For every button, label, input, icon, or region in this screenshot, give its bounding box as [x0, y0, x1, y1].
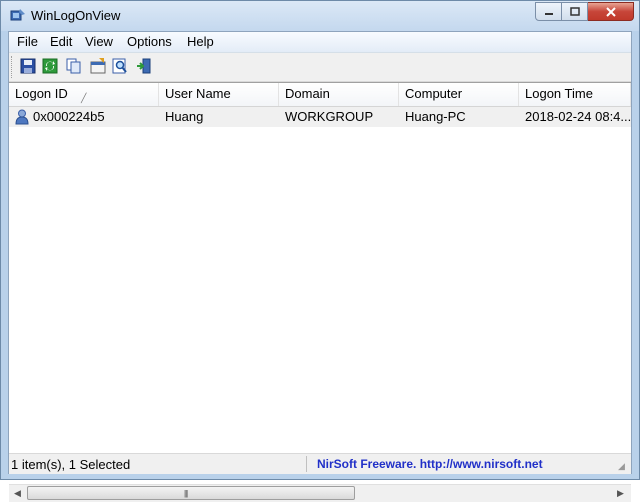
cell-logon-id: 0x000224b5 [33, 109, 105, 124]
toolbar [9, 53, 631, 82]
menu-help[interactable]: Help [187, 34, 214, 49]
cell-computer: Huang-PC [405, 109, 466, 124]
minimize-icon [544, 12, 553, 15]
thumb-grip-icon: ||| [184, 489, 188, 498]
toolbar-grip [11, 56, 14, 78]
app-icon [10, 9, 25, 21]
app-window: WinLogOnView File Edit View Options Help [0, 0, 640, 502]
cell-logon-time: 2018-02-24 08:4... [525, 109, 631, 124]
properties-icon[interactable] [89, 57, 107, 75]
column-header-computer[interactable]: Computer [399, 83, 519, 106]
window-controls [535, 2, 634, 21]
menu-view[interactable]: View [85, 34, 113, 49]
table-row[interactable]: 0x000224b5 Huang WORKGROUP Huang-PC 2018… [9, 107, 631, 127]
horizontal-scrollbar[interactable]: ◀ ||| ▶ [9, 484, 631, 502]
menu-edit[interactable]: Edit [50, 34, 72, 49]
column-header-user-name[interactable]: User Name [159, 83, 279, 106]
find-icon[interactable] [111, 57, 129, 75]
save-icon[interactable] [19, 57, 37, 75]
minimize-button[interactable] [535, 2, 562, 21]
list-header: Logon ID ╱ User Name Domain Computer Log… [9, 83, 631, 107]
client-area: File Edit View Options Help Logon ID ╱ U… [8, 31, 632, 502]
nirsoft-link[interactable]: NirSoft Freeware. http://www.nirsoft.net [317, 457, 543, 471]
exit-icon[interactable] [135, 57, 153, 75]
sort-ascending-icon: ╱ [81, 93, 87, 103]
maximize-button[interactable] [562, 2, 588, 21]
cell-user-name: Huang [165, 109, 204, 124]
resize-grip-icon[interactable]: ◢ [618, 461, 630, 473]
copy-icon[interactable] [65, 57, 83, 75]
status-divider [306, 456, 307, 472]
scroll-left-icon[interactable]: ◀ [9, 485, 26, 502]
maximize-icon [569, 7, 580, 16]
menu-options[interactable]: Options [127, 34, 172, 49]
close-icon [605, 6, 616, 17]
status-item-count: 1 item(s), 1 Selected [11, 457, 131, 472]
column-label: Logon ID [15, 86, 68, 101]
menu-file[interactable]: File [17, 34, 38, 49]
cell-domain: WORKGROUP [285, 109, 374, 124]
status-bar: 1 item(s), 1 Selected NirSoft Freeware. … [9, 453, 631, 474]
column-header-logon-id[interactable]: Logon ID ╱ [9, 83, 159, 106]
logon-list[interactable]: Logon ID ╱ User Name Domain Computer Log… [9, 82, 631, 502]
scroll-right-icon[interactable]: ▶ [612, 485, 629, 502]
column-header-logon-time[interactable]: Logon Time [519, 83, 631, 106]
window-title: WinLogOnView [31, 8, 121, 23]
column-header-domain[interactable]: Domain [279, 83, 399, 106]
scrollbar-thumb[interactable]: ||| [27, 486, 355, 500]
refresh-icon[interactable] [41, 57, 59, 75]
menu-bar: File Edit View Options Help [9, 32, 631, 53]
close-button[interactable] [588, 2, 634, 21]
title-bar[interactable]: WinLogOnView [1, 1, 639, 31]
